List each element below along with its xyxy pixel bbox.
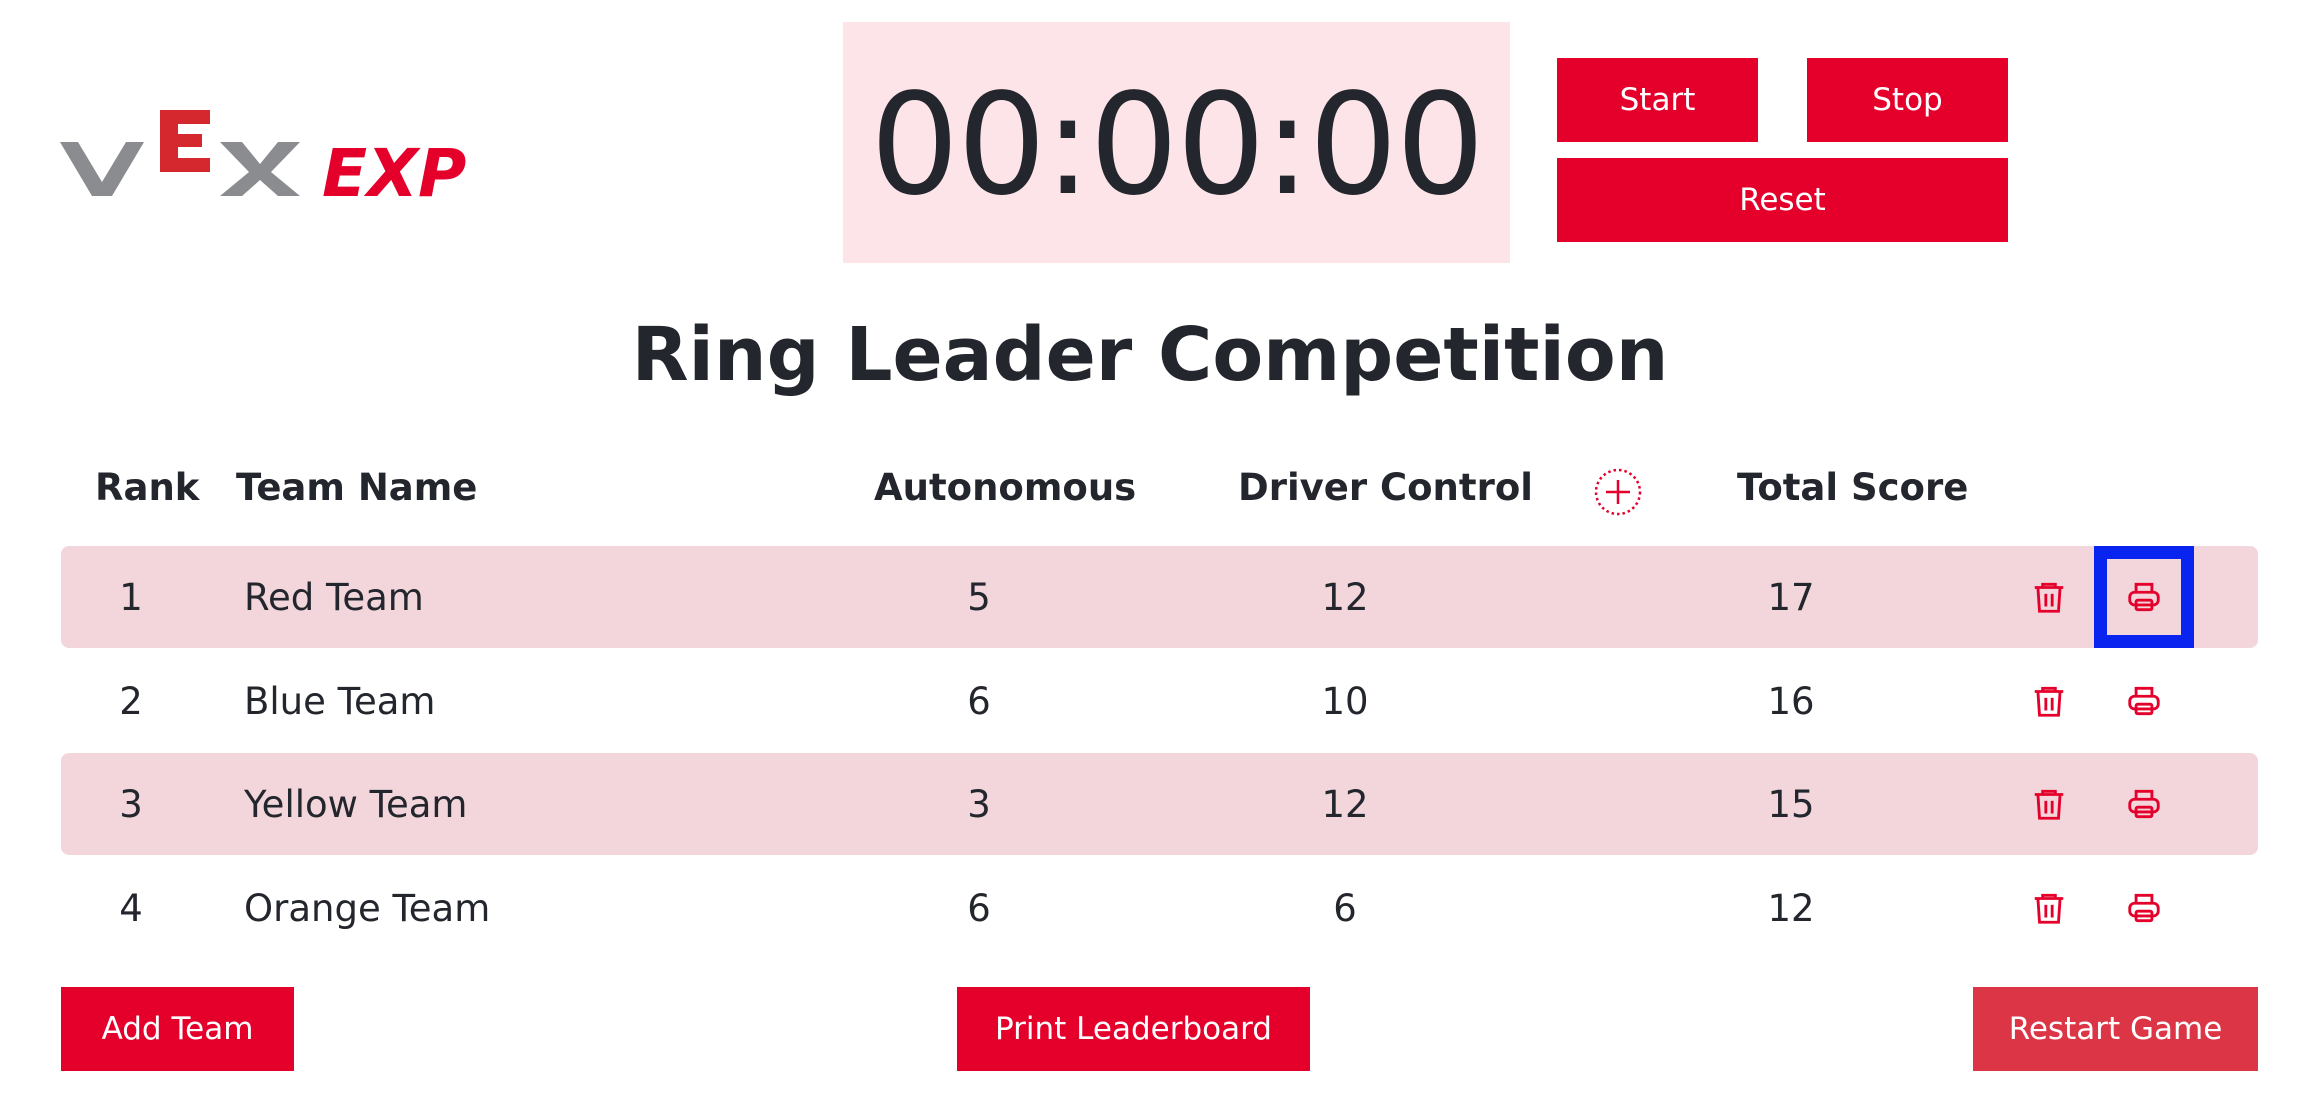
timer-display: 00:00:00 (843, 22, 1510, 263)
cell-autonomous: 3 (967, 782, 991, 826)
table-row: 3 Yellow Team 3 12 15 (61, 753, 2258, 855)
cell-rank: 1 (119, 575, 143, 619)
header-team-name: Team Name (236, 466, 478, 509)
trash-icon (2034, 686, 2064, 717)
print-team-button[interactable] (2094, 650, 2194, 752)
trash-icon (2034, 582, 2064, 613)
cell-driver-control: 12 (1321, 782, 1369, 826)
cell-total-score: 16 (1767, 679, 1815, 723)
delete-team-button[interactable] (2004, 857, 2094, 959)
print-team-button[interactable] (2094, 753, 2194, 855)
delete-team-button[interactable] (2004, 753, 2094, 855)
timer-value: 00:00:00 (870, 63, 1485, 227)
add-team-button[interactable]: Add Team (61, 987, 294, 1071)
print-leaderboard-button[interactable]: Print Leaderboard (957, 987, 1310, 1071)
cell-autonomous: 6 (967, 886, 991, 930)
printer-icon (2128, 893, 2160, 923)
start-button[interactable]: Start (1557, 58, 1758, 142)
cell-rank: 3 (119, 782, 143, 826)
cell-autonomous: 6 (967, 679, 991, 723)
delete-team-button[interactable] (2004, 546, 2094, 648)
print-team-button[interactable] (2094, 857, 2194, 959)
cell-total-score: 15 (1767, 782, 1815, 826)
cell-team-name: Orange Team (244, 886, 491, 930)
vex-exp-logo: EXP (60, 110, 466, 200)
restart-game-button[interactable]: Restart Game (1973, 987, 2258, 1071)
page-title: Ring Leader Competition (631, 312, 1669, 398)
header-autonomous: Autonomous (874, 466, 1137, 509)
stop-button[interactable]: Stop (1807, 58, 2008, 142)
plus-circle-icon[interactable] (1593, 467, 1643, 517)
cell-driver-control: 6 (1333, 886, 1357, 930)
printer-icon (2128, 789, 2160, 819)
cell-team-name: Red Team (244, 575, 424, 619)
cell-autonomous: 5 (967, 575, 991, 619)
header-total-score: Total Score (1737, 466, 1969, 509)
cell-team-name: Blue Team (244, 679, 436, 723)
cell-driver-control: 12 (1321, 575, 1369, 619)
cell-team-name: Yellow Team (244, 782, 468, 826)
trash-icon (2034, 893, 2064, 924)
delete-team-button[interactable] (2004, 650, 2094, 752)
print-team-button[interactable] (2094, 546, 2194, 648)
cell-total-score: 17 (1767, 575, 1815, 619)
reset-button[interactable]: Reset (1557, 158, 2008, 242)
logo-wordmark-exp: EXP (322, 135, 466, 200)
table-row: 4 Orange Team 6 6 12 (61, 857, 2258, 959)
printer-icon (2128, 582, 2160, 612)
header-rank: Rank (95, 466, 200, 509)
cell-rank: 4 (119, 886, 143, 930)
trash-icon (2034, 789, 2064, 820)
cell-driver-control: 10 (1321, 679, 1369, 723)
header-driver-control: Driver Control (1238, 466, 1533, 509)
table-row: 2 Blue Team 6 10 16 (61, 650, 2258, 752)
printer-icon (2128, 686, 2160, 716)
cell-rank: 2 (119, 679, 143, 723)
table-row: 1 Red Team 5 12 17 (61, 546, 2258, 648)
cell-total-score: 12 (1767, 886, 1815, 930)
